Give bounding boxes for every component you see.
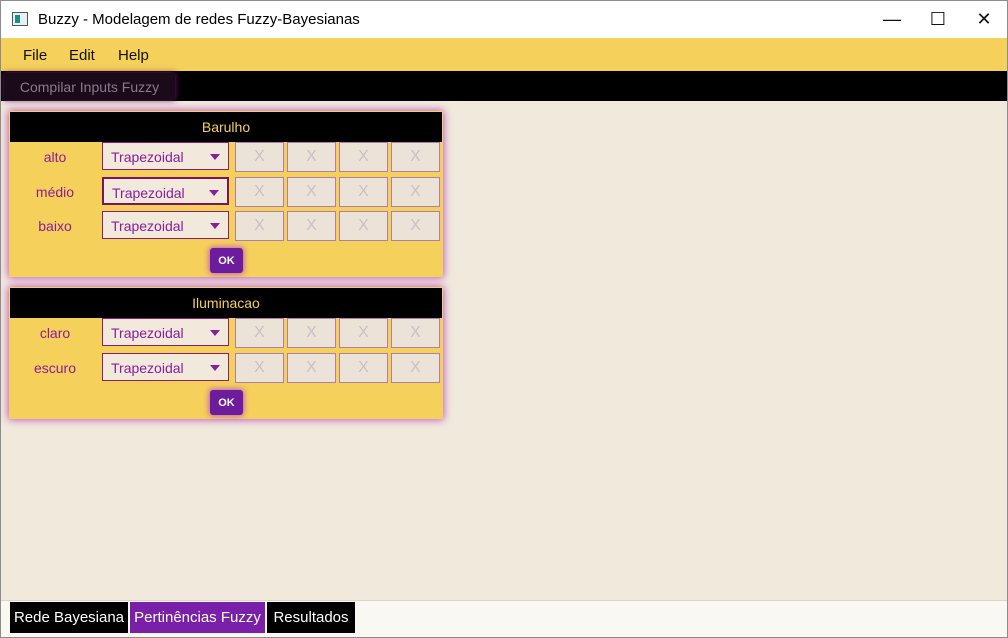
term-label: alto: [43, 149, 67, 165]
dropdown-arrow-icon: [210, 330, 220, 336]
function-select-value: Trapezoidal: [111, 325, 184, 341]
param-field[interactable]: X: [339, 318, 388, 348]
param-field[interactable]: X: [287, 211, 336, 241]
tab-rede-bayesiana[interactable]: Rede Bayesiana: [10, 602, 128, 633]
term-label: baixo: [38, 218, 72, 234]
title-bar: Buzzy - Modelagem de redes Fuzzy-Bayesia…: [1, 1, 1007, 38]
function-select[interactable]: Trapezoidal: [102, 353, 229, 381]
function-select-value: Trapezoidal: [112, 185, 185, 201]
param-field[interactable]: X: [235, 211, 284, 241]
param-field[interactable]: X: [339, 353, 388, 383]
param-field[interactable]: X: [235, 142, 284, 172]
function-select[interactable]: Trapezoidal: [102, 211, 229, 239]
term-label: escuro: [33, 360, 77, 376]
menu-edit[interactable]: Edit: [69, 47, 95, 64]
term-row: alto Trapezoidal X X X X: [9, 142, 443, 174]
tab-bar: Rede Bayesiana Pertinências Fuzzy Result…: [1, 600, 1007, 637]
variable-card-iluminacao: Iluminacao claro Trapezoidal X X X X esc…: [9, 287, 443, 419]
maximize-button[interactable]: ☐: [915, 1, 961, 38]
param-field[interactable]: X: [339, 211, 388, 241]
term-label: médio: [35, 184, 75, 200]
ok-button[interactable]: OK: [210, 248, 243, 273]
menu-file[interactable]: File: [23, 47, 47, 64]
param-field[interactable]: X: [391, 318, 440, 348]
param-field[interactable]: X: [391, 211, 440, 241]
param-field[interactable]: X: [235, 318, 284, 348]
term-row: médio Trapezoidal X X X X: [9, 177, 443, 209]
window-title: Buzzy - Modelagem de redes Fuzzy-Bayesia…: [38, 11, 360, 28]
param-field[interactable]: X: [235, 177, 284, 207]
variable-card-barulho: Barulho alto Trapezoidal X X X X médio T…: [9, 111, 443, 277]
function-select[interactable]: Trapezoidal: [102, 142, 229, 170]
dropdown-arrow-icon: [210, 365, 220, 371]
app-window: Buzzy - Modelagem de redes Fuzzy-Bayesia…: [0, 0, 1008, 638]
function-select[interactable]: Trapezoidal: [102, 177, 229, 205]
minimize-button[interactable]: —: [869, 1, 915, 38]
param-field[interactable]: X: [391, 142, 440, 172]
param-field[interactable]: X: [391, 353, 440, 383]
param-field[interactable]: X: [287, 177, 336, 207]
function-select[interactable]: Trapezoidal: [102, 318, 229, 346]
dropdown-arrow-icon: [210, 223, 220, 229]
param-field[interactable]: X: [287, 142, 336, 172]
term-row: baixo Trapezoidal X X X X: [9, 211, 443, 243]
param-field[interactable]: X: [235, 353, 284, 383]
app-icon: [12, 12, 28, 26]
menu-help[interactable]: Help: [118, 47, 149, 64]
term-label: claro: [39, 325, 71, 341]
param-field[interactable]: X: [287, 353, 336, 383]
compile-inputs-button[interactable]: Compilar Inputs Fuzzy: [4, 73, 175, 100]
menu-bar: File Edit Help: [1, 38, 1007, 71]
param-field[interactable]: X: [339, 177, 388, 207]
dropdown-arrow-icon: [209, 190, 219, 196]
variable-header: Iluminacao: [10, 288, 442, 318]
param-field[interactable]: X: [339, 142, 388, 172]
variable-header: Barulho: [10, 112, 442, 142]
function-select-value: Trapezoidal: [111, 218, 184, 234]
dropdown-arrow-icon: [210, 154, 220, 160]
function-select-value: Trapezoidal: [111, 149, 184, 165]
close-button[interactable]: ✕: [961, 1, 1007, 38]
param-field[interactable]: X: [391, 177, 440, 207]
tab-pertinencias-fuzzy[interactable]: Pertinências Fuzzy: [130, 602, 265, 633]
ok-button[interactable]: OK: [210, 390, 243, 415]
function-select-value: Trapezoidal: [111, 360, 184, 376]
tab-resultados[interactable]: Resultados: [267, 602, 355, 633]
term-row: escuro Trapezoidal X X X X: [9, 353, 443, 385]
term-row: claro Trapezoidal X X X X: [9, 318, 443, 350]
param-field[interactable]: X: [287, 318, 336, 348]
toolbar: Compilar Inputs Fuzzy: [1, 71, 1007, 101]
